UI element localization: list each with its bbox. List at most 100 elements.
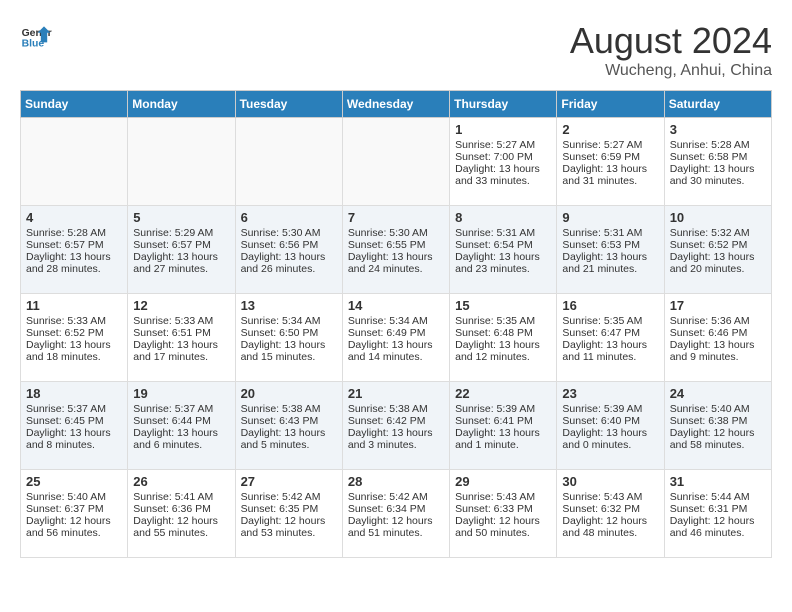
cell-text-line: Daylight: 13 hours <box>26 427 111 439</box>
cell-text-line: Sunset: 6:57 PM <box>26 239 104 251</box>
cell-text-line: Daylight: 12 hours <box>455 515 540 527</box>
calendar-cell: 26 Sunrise: 5:41 AMSunset: 6:36 PMDayligh… <box>128 470 235 558</box>
cell-text-line: Daylight: 12 hours <box>241 515 326 527</box>
cell-text-line: Sunrise: 5:28 AM <box>670 139 750 151</box>
calendar-cell: 21Sunrise: 5:38 AMSunset: 6:42 PMDayligh… <box>342 382 449 470</box>
calendar-cell: 13Sunrise: 5:34 AMSunset: 6:50 PMDayligh… <box>235 294 342 382</box>
day-number: 1 <box>455 122 551 137</box>
cell-text-line: Daylight: 12 hours <box>670 427 755 439</box>
cell-text-line: Sunrise: 5:37 AM <box>133 403 213 415</box>
day-number: 18 <box>26 386 122 401</box>
header-cell-thursday: Thursday <box>450 91 557 118</box>
day-number: 26 <box>133 474 229 489</box>
cell-text-line: Sunset: 6:37 PM <box>26 503 104 515</box>
cell-text-line: Sunset: 6:55 PM <box>348 239 426 251</box>
cell-text-line: Daylight: 13 hours <box>26 339 111 351</box>
cell-text-line: Sunrise: 5:30 AM <box>348 227 428 239</box>
day-number: 25 <box>26 474 122 489</box>
cell-text-line: Sunset: 6:53 PM <box>562 239 640 251</box>
cell-text-line: Daylight: 13 hours <box>562 163 647 175</box>
cell-text-line: and 17 minutes. <box>133 351 208 363</box>
cell-text-line: Sunrise: 5:27 AM <box>455 139 535 151</box>
cell-text-line: and 3 minutes. <box>348 439 417 451</box>
day-number: 30 <box>562 474 658 489</box>
calendar-cell: 25 Sunrise: 5:40 AMSunset: 6:37 PMDayligh… <box>21 470 128 558</box>
day-number: 8 <box>455 210 551 225</box>
day-number: 9 <box>562 210 658 225</box>
calendar-cell: 3Sunrise: 5:28 AMSunset: 6:58 PMDaylight… <box>664 118 771 206</box>
calendar-cell <box>342 118 449 206</box>
header-cell-monday: Monday <box>128 91 235 118</box>
day-number: 21 <box>348 386 444 401</box>
calendar-cell: 4Sunrise: 5:28 AMSunset: 6:57 PMDaylight… <box>21 206 128 294</box>
cell-text-line: Daylight: 13 hours <box>670 339 755 351</box>
cell-text-line: and 33 minutes. <box>455 175 530 187</box>
header-cell-friday: Friday <box>557 91 664 118</box>
day-number: 31 <box>670 474 766 489</box>
cell-text-line: Sunset: 6:45 PM <box>26 415 104 427</box>
cell-text-line: Sunrise: 5:32 AM <box>670 227 750 239</box>
svg-text:General: General <box>22 28 52 39</box>
cell-text-line: Daylight: 13 hours <box>562 427 647 439</box>
cell-text-line: and 1 minute. <box>455 439 519 451</box>
day-number: 15 <box>455 298 551 313</box>
calendar-cell: 27Sunrise: 5:42 AMSunset: 6:35 PMDayligh… <box>235 470 342 558</box>
cell-text-line: and 55 minutes. <box>133 527 208 539</box>
calendar-cell: 11Sunrise: 5:33 AMSunset: 6:52 PMDayligh… <box>21 294 128 382</box>
calendar-cell: 8Sunrise: 5:31 AMSunset: 6:54 PMDaylight… <box>450 206 557 294</box>
header-cell-wednesday: Wednesday <box>342 91 449 118</box>
day-number: 19 <box>133 386 229 401</box>
cell-text-line: Sunset: 6:46 PM <box>670 327 748 339</box>
calendar-cell <box>128 118 235 206</box>
cell-text-line: and 11 minutes. <box>562 351 636 363</box>
cell-text-line: Daylight: 12 hours <box>26 515 111 527</box>
cell-text-line: Sunrise: 5:30 AM <box>241 227 321 239</box>
cell-text-line: Daylight: 12 hours <box>133 515 218 527</box>
day-number: 7 <box>348 210 444 225</box>
day-number: 12 <box>133 298 229 313</box>
calendar-cell: 31Sunrise: 5:44 AMSunset: 6:31 PMDayligh… <box>664 470 771 558</box>
header-cell-sunday: Sunday <box>21 91 128 118</box>
cell-text-line: Sunrise: 5:39 AM <box>455 403 535 415</box>
day-number: 6 <box>241 210 337 225</box>
calendar-header-row: SundayMondayTuesdayWednesdayThursdayFrid… <box>21 91 772 118</box>
day-number: 20 <box>241 386 337 401</box>
cell-text-line: Sunset: 6:49 PM <box>348 327 426 339</box>
cell-text-line: Sunset: 6:56 PM <box>241 239 319 251</box>
calendar-cell: 20Sunrise: 5:38 AMSunset: 6:43 PMDayligh… <box>235 382 342 470</box>
calendar-week-row: 11Sunrise: 5:33 AMSunset: 6:52 PMDayligh… <box>21 294 772 382</box>
day-number: 10 <box>670 210 766 225</box>
cell-text-line: Sunset: 6:51 PM <box>133 327 211 339</box>
cell-text-line: and 26 minutes. <box>241 263 316 275</box>
cell-text-line: and 31 minutes. <box>562 175 637 187</box>
page-header: General Blue August 2024 Wucheng, Anhui,… <box>20 20 772 80</box>
cell-text-line: Sunrise: 5:43 AM <box>455 491 535 503</box>
cell-text-line: Sunset: 6:54 PM <box>455 239 533 251</box>
cell-text-line: Sunset: 6:50 PM <box>241 327 319 339</box>
cell-text-line: Sunset: 6:52 PM <box>26 327 104 339</box>
calendar-cell: 28Sunrise: 5:42 AMSunset: 6:34 PMDayligh… <box>342 470 449 558</box>
cell-text-line: and 0 minutes. <box>562 439 631 451</box>
cell-text-line: and 12 minutes. <box>455 351 530 363</box>
cell-text-line: Sunset: 6:35 PM <box>241 503 319 515</box>
cell-text-line: Sunrise: 5:41 AM <box>133 491 213 503</box>
calendar-cell: 12Sunrise: 5:33 AMSunset: 6:51 PMDayligh… <box>128 294 235 382</box>
cell-text-line: Sunrise: 5:36 AM <box>670 315 750 327</box>
cell-text-line: Sunset: 6:36 PM <box>133 503 211 515</box>
calendar-cell: 7Sunrise: 5:30 AMSunset: 6:55 PMDaylight… <box>342 206 449 294</box>
cell-text-line: and 9 minutes. <box>670 351 739 363</box>
cell-text-line: Daylight: 13 hours <box>241 251 326 263</box>
cell-text-line: Daylight: 12 hours <box>562 515 647 527</box>
cell-text-line: and 50 minutes. <box>455 527 530 539</box>
cell-text-line: Sunrise: 5:40 AM <box>26 491 106 503</box>
cell-text-line: Sunrise: 5:27 AM <box>562 139 642 151</box>
day-number: 27 <box>241 474 337 489</box>
cell-text-line: Sunset: 6:41 PM <box>455 415 533 427</box>
calendar-week-row: 4Sunrise: 5:28 AMSunset: 6:57 PMDaylight… <box>21 206 772 294</box>
calendar-cell: 10Sunrise: 5:32 AMSunset: 6:52 PMDayligh… <box>664 206 771 294</box>
calendar-cell: 14Sunrise: 5:34 AMSunset: 6:49 PMDayligh… <box>342 294 449 382</box>
cell-text-line: and 56 minutes. <box>26 527 101 539</box>
cell-text-line: and 18 minutes. <box>26 351 101 363</box>
cell-text-line: Sunrise: 5:43 AM <box>562 491 642 503</box>
cell-text-line: Sunrise: 5:34 AM <box>348 315 428 327</box>
